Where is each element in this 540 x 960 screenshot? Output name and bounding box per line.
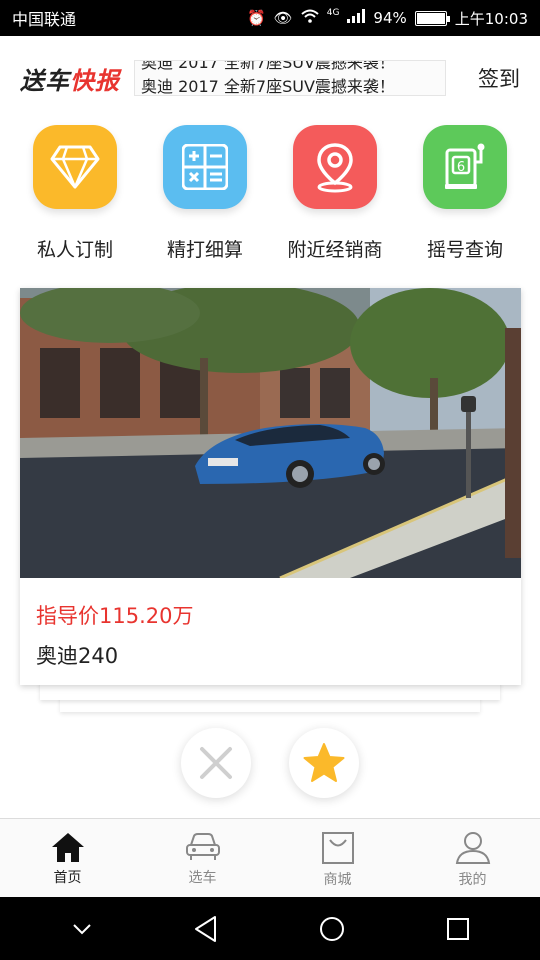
bottom-tab-bar: 首页 选车 商城 我的: [0, 818, 540, 897]
shopping-bag-icon: [321, 832, 354, 864]
car-photo[interactable]: [20, 288, 521, 578]
svg-text:6: 6: [457, 160, 465, 175]
news-ticker[interactable]: 奥迪 2017 全新7座SUV震撼来袭！ 奥迪 2017 全新7座SUV震撼来袭…: [134, 60, 446, 96]
news-headline[interactable]: 奥迪 2017 全新7座SUV震撼来袭！: [141, 77, 395, 95]
dislike-button[interactable]: [181, 728, 251, 798]
status-bar: 中国联通 ⏰ 👁 4G 94% 上午10:03: [0, 0, 540, 36]
car-icon: [185, 833, 220, 860]
wifi-icon: [301, 9, 319, 27]
signal-icon: [347, 9, 366, 27]
back-triangle-icon[interactable]: [193, 915, 219, 943]
news-headline[interactable]: 奥迪 2017 全新7座SUV震撼来袭！: [141, 61, 395, 73]
quick-action-lottery-query[interactable]: 6 摇号查询: [400, 120, 530, 270]
quick-action-nearby-dealers[interactable]: 附近经销商: [270, 120, 400, 270]
logo-text-1: 送车: [20, 66, 70, 95]
car-card[interactable]: 指导价115.20万 奥迪240: [20, 288, 521, 685]
close-icon: [200, 747, 232, 779]
car-name: 奥迪240: [36, 644, 119, 668]
tab-choose-car[interactable]: 选车: [135, 819, 270, 897]
tab-home[interactable]: 首页: [0, 819, 135, 897]
network-type: 4G: [326, 8, 340, 18]
app-logo: 送车快报: [20, 61, 120, 96]
tab-mine[interactable]: 我的: [405, 819, 540, 897]
quick-actions: 私人订制 精打细算 附近经销商 6 摇号查询: [0, 120, 540, 270]
car-price: 指导价115.20万: [36, 604, 194, 628]
battery-percent: 94%: [373, 9, 407, 27]
clock: 上午10:03: [454, 9, 528, 28]
alarm-icon: ⏰: [246, 9, 266, 27]
calculator-icon[interactable]: [163, 125, 247, 209]
tab-label: 选车: [188, 870, 217, 886]
user-icon: [455, 832, 490, 864]
star-icon: [303, 743, 345, 782]
tab-label: 我的: [458, 872, 487, 888]
quick-action-label: 摇号查询: [426, 239, 503, 261]
tab-label: 首页: [53, 870, 82, 886]
tab-label: 商城: [323, 872, 352, 888]
diamond-icon[interactable]: [33, 125, 117, 209]
app-header: 送车快报 奥迪 2017 全新7座SUV震撼来袭！ 奥迪 2017 全新7座SU…: [0, 36, 540, 120]
home-circle-icon[interactable]: [318, 915, 346, 943]
logo-text-2: 快报: [70, 66, 120, 95]
tab-mall[interactable]: 商城: [270, 819, 405, 897]
recents-square-icon[interactable]: [445, 916, 471, 942]
system-nav-bar: [0, 897, 540, 960]
lottery-machine-icon[interactable]: 6: [423, 125, 507, 209]
chevron-down-icon[interactable]: [70, 922, 94, 936]
location-pin-icon[interactable]: [293, 125, 377, 209]
battery-icon: [414, 10, 450, 26]
home-icon: [51, 833, 84, 862]
quick-action-label: 私人订制: [36, 239, 113, 261]
quick-action-private-custom[interactable]: 私人订制: [10, 120, 140, 270]
eye-icon: 👁: [273, 9, 293, 27]
quick-action-calculator[interactable]: 精打细算: [140, 120, 270, 270]
carrier-name: 中国联通: [12, 10, 77, 29]
status-icons: ⏰ 👁 4G 94% 上午10:03: [247, 8, 528, 29]
favorite-button[interactable]: [289, 728, 359, 798]
quick-action-label: 精打细算: [166, 239, 243, 261]
quick-action-label: 附近经销商: [287, 239, 383, 261]
signin-button[interactable]: 签到: [478, 63, 520, 93]
